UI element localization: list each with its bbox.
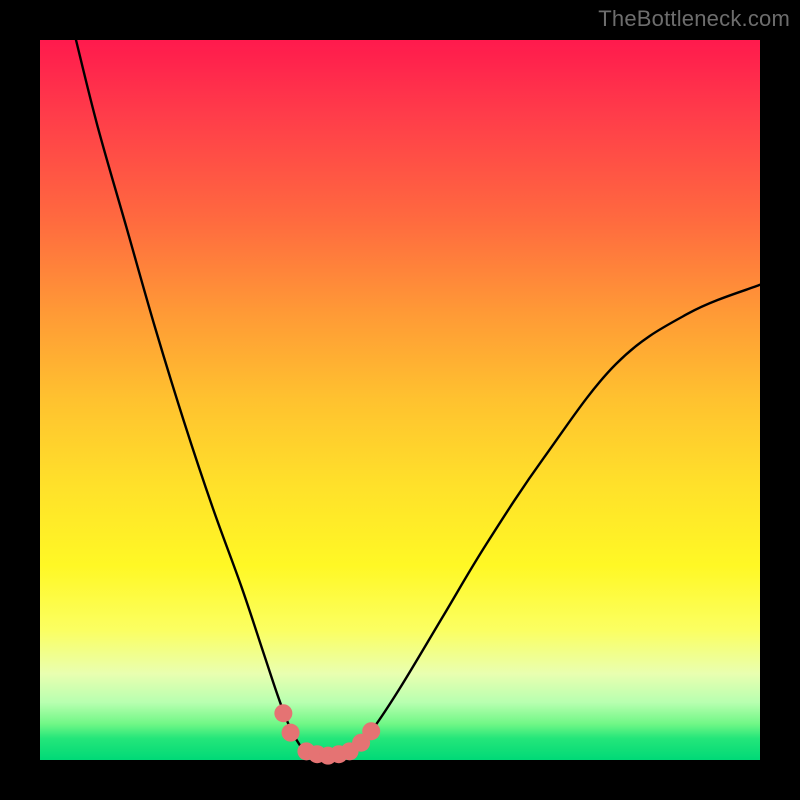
highlight-dot xyxy=(362,722,380,740)
highlight-dots xyxy=(274,704,380,764)
watermark-text: TheBottleneck.com xyxy=(598,6,790,32)
highlight-dot xyxy=(282,724,300,742)
chart-overlay-svg xyxy=(40,40,760,760)
bottleneck-curve xyxy=(76,40,760,756)
chart-frame: TheBottleneck.com xyxy=(0,0,800,800)
highlight-dot xyxy=(274,704,292,722)
